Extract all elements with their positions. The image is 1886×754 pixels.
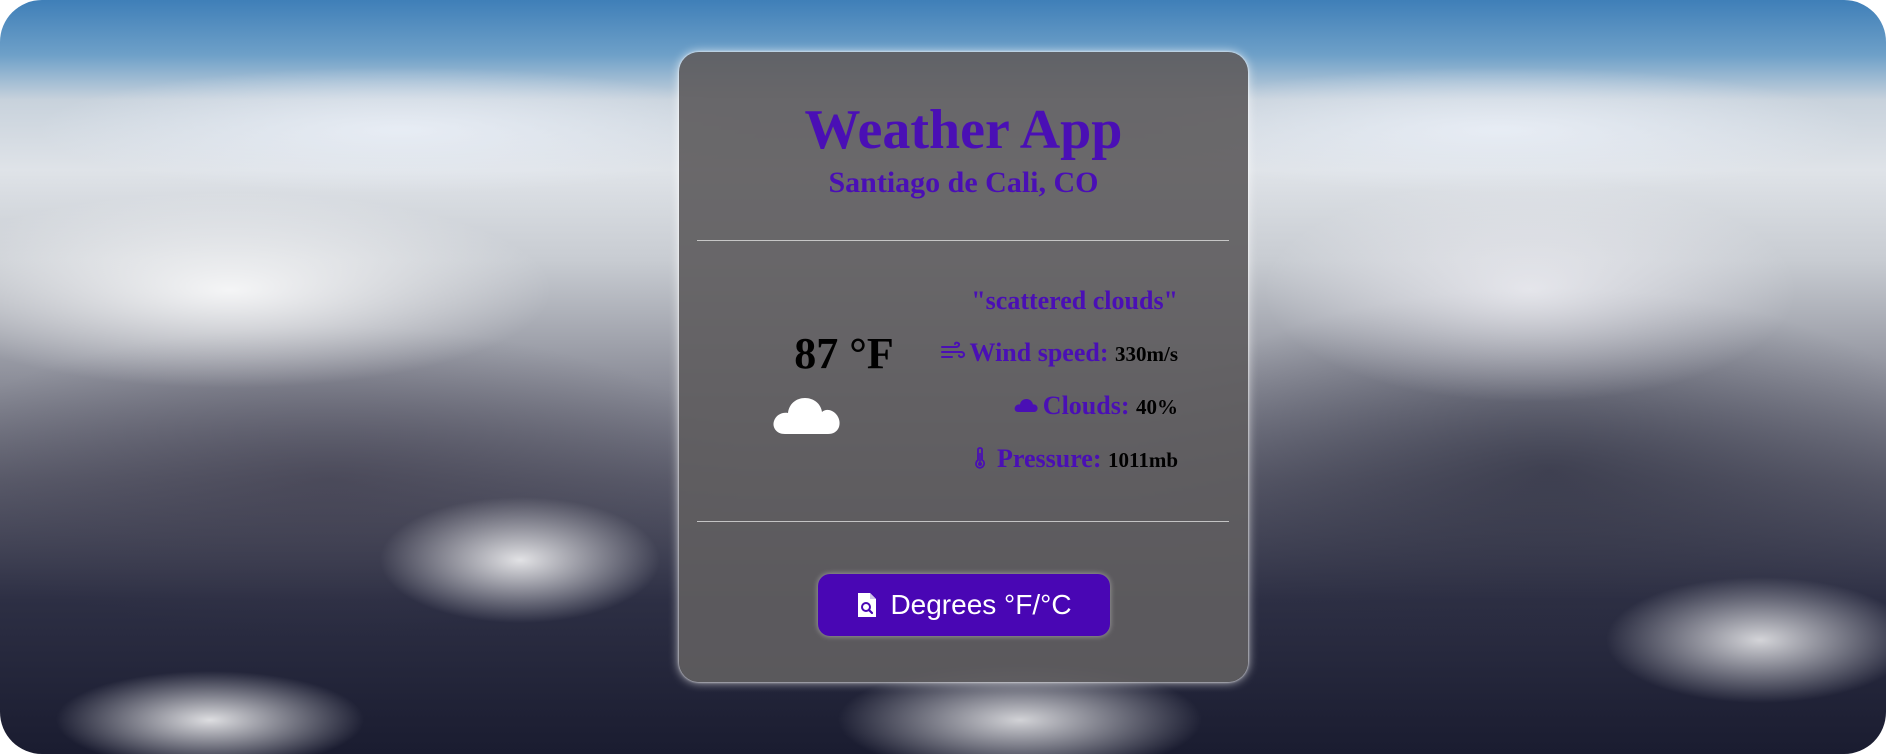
toggle-units-button[interactable]: Degrees °F/°C	[818, 574, 1110, 636]
detail-row-clouds: Clouds: 40%	[940, 393, 1178, 446]
weather-card: Weather App Santiago de Cali, CO 87 °F "…	[679, 52, 1248, 682]
wind-icon	[940, 341, 965, 359]
clouds-label: Clouds:	[1042, 391, 1130, 420]
cloud-icon	[773, 398, 840, 434]
detail-row-pressure: Pressure: 1011mb	[940, 446, 1178, 499]
wind-speed-label: Wind speed:	[969, 338, 1109, 367]
cloud-icon	[1014, 399, 1038, 412]
detail-row-wind: Wind speed: 330m/s	[940, 340, 1178, 393]
location-name: Santiago de Cali, CO	[828, 166, 1099, 199]
weather-details: "scattered clouds" Wind speed: 330m/s Cl…	[940, 288, 1178, 499]
divider-top	[697, 240, 1229, 241]
temperature-value: 87 °F	[794, 329, 894, 378]
background-sky: Weather App Santiago de Cali, CO 87 °F "…	[0, 0, 1886, 754]
toggle-units-label: Degrees °F/°C	[890, 589, 1072, 620]
weather-description: "scattered clouds"	[971, 286, 1178, 315]
wind-speed-value: 330m/s	[1115, 342, 1178, 366]
file-search-icon	[858, 593, 877, 617]
thermometer-icon	[975, 447, 986, 469]
clouds-value: 40%	[1136, 395, 1178, 419]
pressure-label: Pressure:	[997, 444, 1102, 473]
divider-bottom	[697, 521, 1229, 522]
app-title: Weather App	[804, 99, 1123, 161]
pressure-value: 1011mb	[1107, 448, 1178, 472]
